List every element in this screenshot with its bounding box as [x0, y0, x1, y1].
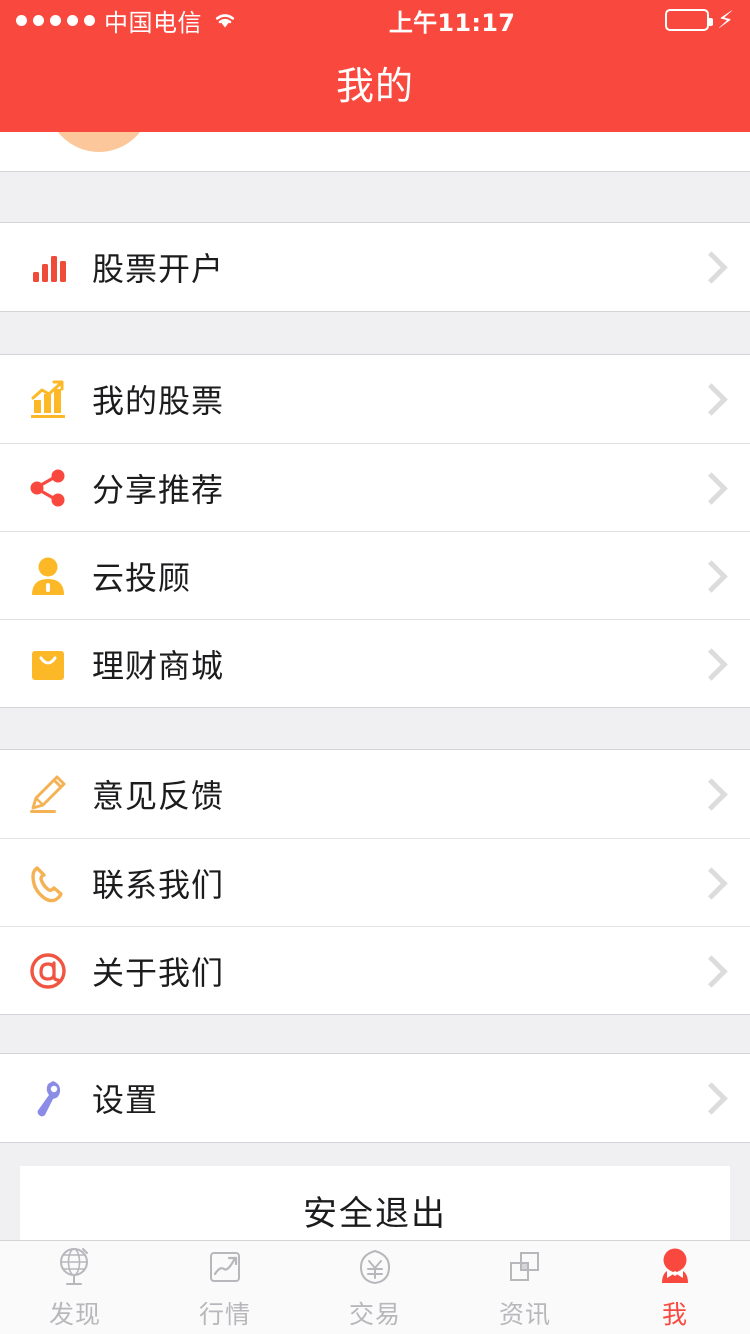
list-item-label: 股票开户: [92, 250, 225, 288]
chevron-right-icon: [694, 473, 724, 503]
chevron-right-icon: [694, 561, 724, 591]
battery-icon: [665, 9, 714, 31]
at-sign-icon: [20, 951, 76, 991]
phone-icon: [20, 863, 76, 903]
list-item-label: 联系我们: [92, 865, 225, 904]
section-gap: [0, 1015, 750, 1053]
menu-content: 股票开户我的股票分享推荐云投顾理财商城意见反馈联系我们关于我们设置: [0, 172, 750, 1143]
signal-dots-icon: [16, 14, 95, 26]
lightning-bolt-icon: ⚡: [717, 6, 734, 34]
list-item-label: 我的股票: [92, 382, 225, 420]
tab-label: 行情: [198, 1299, 251, 1329]
tab-label: 我: [661, 1299, 688, 1329]
tab-yen[interactable]: 交易: [300, 1241, 450, 1334]
list-item[interactable]: 云投顾: [0, 531, 750, 619]
chevron-right-icon: [694, 1083, 724, 1113]
status-bar-left: 中国电信: [16, 3, 239, 38]
list-item[interactable]: 分享推荐: [0, 443, 750, 531]
tab-label: 发现: [48, 1299, 101, 1329]
chevron-right-icon: [694, 868, 724, 898]
squares-icon: [503, 1245, 547, 1289]
tab-profile[interactable]: 我: [600, 1241, 750, 1334]
bottom-tab-bar: 发现 行情 交易 资讯 我: [0, 1240, 750, 1334]
profile-icon: [653, 1245, 697, 1289]
wrench-icon: [20, 1078, 76, 1118]
settings-group: 设置: [0, 1053, 750, 1143]
list-item[interactable]: 联系我们: [0, 838, 750, 926]
person-icon: [20, 556, 76, 596]
chevron-right-icon: [694, 384, 724, 414]
account-group: 股票开户: [0, 222, 750, 312]
trending-chart-icon: [20, 378, 76, 420]
profile-summary[interactable]: [0, 132, 750, 172]
list-item-label: 理财商城: [92, 646, 225, 685]
section-gap: [0, 708, 750, 749]
chevron-right-icon: [694, 779, 724, 809]
list-item-label: 云投顾: [92, 558, 192, 597]
share-icon: [20, 468, 76, 508]
list-item[interactable]: 关于我们: [0, 926, 750, 1014]
list-item-label: 设置: [92, 1081, 159, 1119]
list-item[interactable]: 理财商城: [0, 619, 750, 707]
tab-label: 交易: [348, 1299, 401, 1329]
shopping-bag-icon: [20, 645, 76, 683]
pencil-icon: [20, 773, 76, 815]
list-item[interactable]: 我的股票: [0, 355, 750, 443]
user-avatar[interactable]: [47, 132, 151, 152]
globe-icon: [53, 1245, 97, 1289]
status-bar-right: ⚡: [665, 8, 734, 32]
header: 中国电信 上午11:17 ⚡ 我的: [0, 0, 750, 132]
section-gap: [0, 312, 750, 354]
status-bar: 中国电信 上午11:17 ⚡: [0, 0, 750, 40]
list-item-label: 关于我们: [92, 953, 225, 992]
line-chart-icon: [203, 1245, 247, 1289]
list-item-label: 意见反馈: [92, 777, 225, 815]
tab-squares[interactable]: 资讯: [450, 1241, 600, 1334]
chevron-right-icon: [694, 956, 724, 986]
list-item[interactable]: 股票开户: [0, 223, 750, 311]
tab-label: 资讯: [498, 1299, 551, 1329]
support-group: 意见反馈联系我们关于我们: [0, 749, 750, 1015]
app-screen: 中国电信 上午11:17 ⚡ 我的 股票开户我的股票 分享推荐 云投顾 理财商城…: [0, 0, 750, 1334]
bar-chart-icon: [20, 247, 76, 287]
tab-line-chart[interactable]: 行情: [150, 1241, 300, 1334]
section-gap: [0, 172, 750, 222]
status-bar-clock: 上午11:17: [388, 8, 516, 37]
yen-icon: [353, 1245, 397, 1289]
tab-globe[interactable]: 发现: [0, 1241, 150, 1334]
services-group: 我的股票分享推荐云投顾理财商城: [0, 354, 750, 708]
chevron-right-icon: [694, 649, 724, 679]
list-item[interactable]: 设置: [0, 1054, 750, 1142]
carrier-label: 中国电信: [104, 8, 202, 37]
wifi-icon: [211, 10, 239, 30]
list-item[interactable]: 意见反馈: [0, 750, 750, 838]
chevron-right-icon: [694, 252, 724, 282]
page-title: 我的: [335, 63, 414, 108]
list-item-label: 分享推荐: [92, 470, 225, 509]
